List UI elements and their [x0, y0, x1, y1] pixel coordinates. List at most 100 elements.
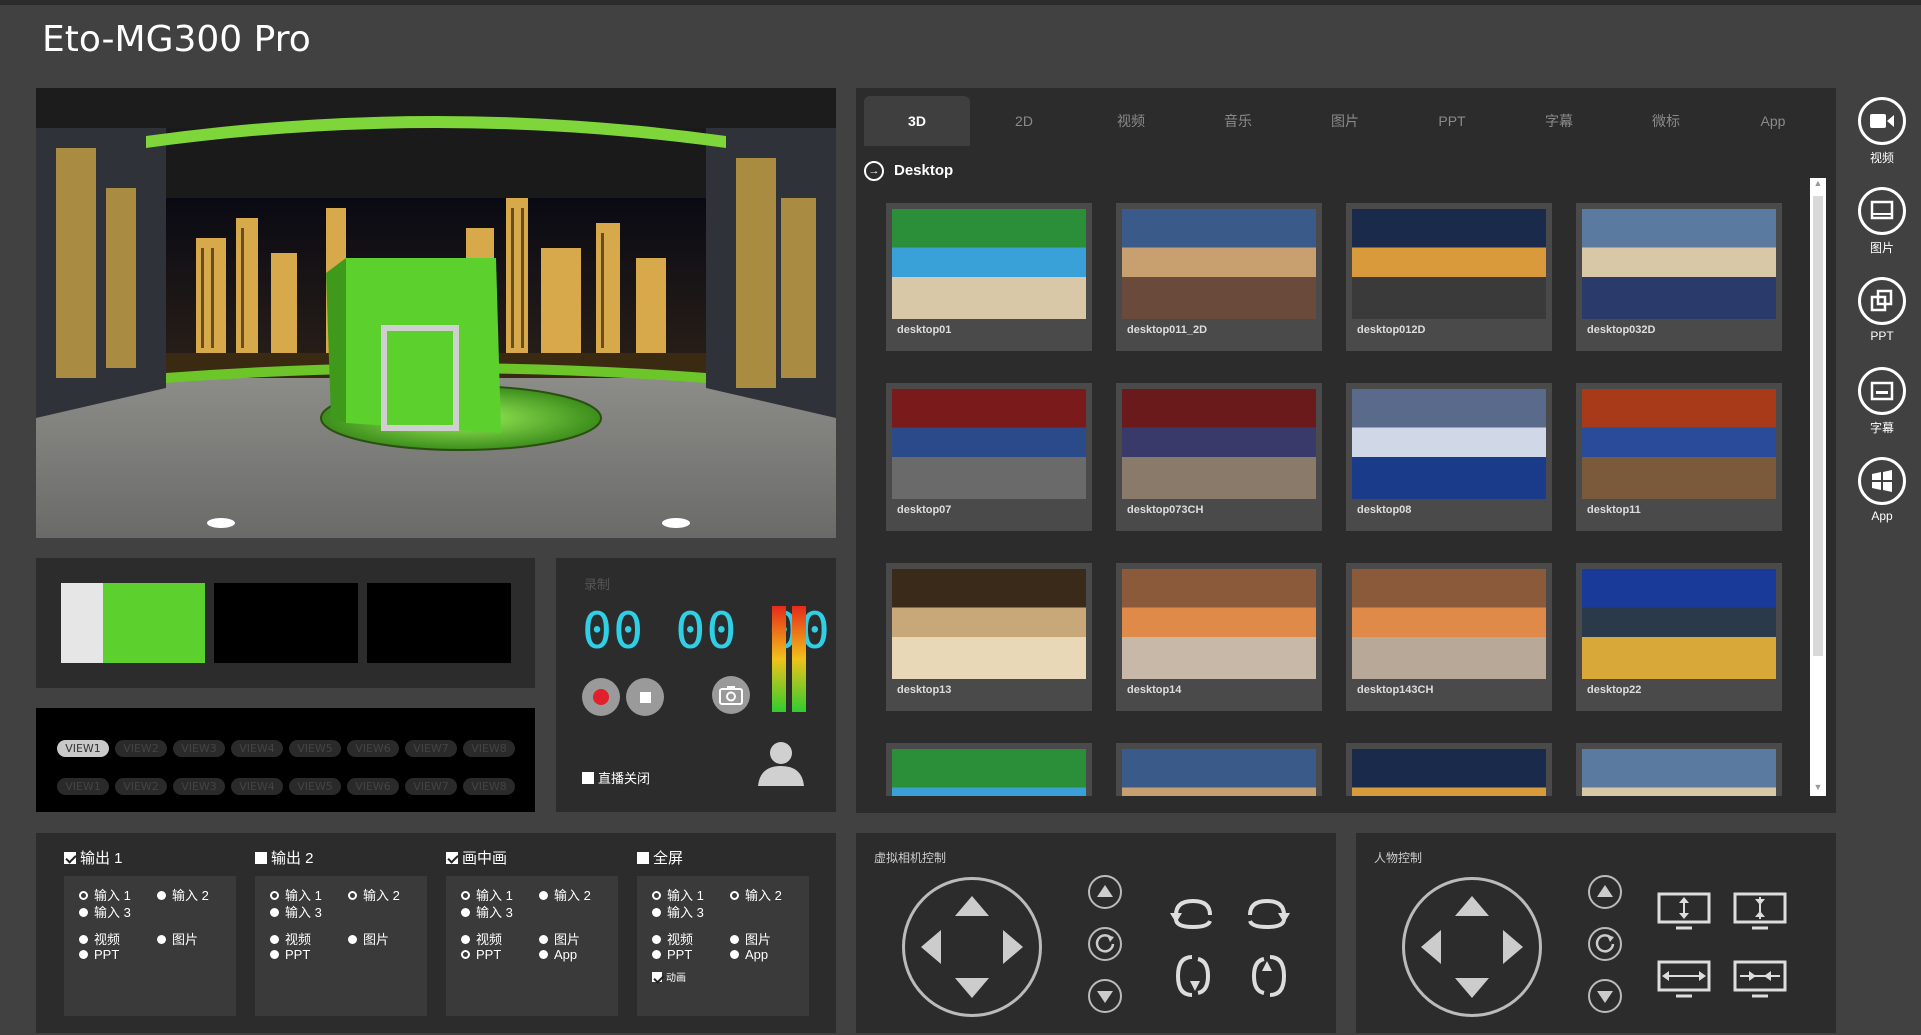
rotate-right-icon[interactable]: [1242, 893, 1292, 933]
camera-zoom-out-button[interactable]: [1088, 979, 1122, 1013]
option-in2[interactable]: 输入 2: [157, 885, 209, 904]
option-image[interactable]: 图片: [539, 929, 580, 948]
option-anim[interactable]: 动画: [652, 969, 686, 984]
view-button-2[interactable]: VIEW2: [115, 740, 167, 757]
view-button-8[interactable]: VIEW8: [463, 778, 515, 795]
tab-8[interactable]: App: [1720, 96, 1826, 146]
output-checkbox[interactable]: [255, 852, 267, 864]
option-in3[interactable]: 输入 3: [461, 902, 513, 921]
option-image[interactable]: 图片: [157, 929, 198, 948]
scene-thumbnail[interactable]: desktop01: [886, 203, 1092, 351]
option-in3[interactable]: 输入 3: [652, 902, 704, 921]
view-button-5[interactable]: VIEW5: [289, 740, 341, 757]
output-checkbox[interactable]: [64, 852, 76, 864]
option-ppt[interactable]: PPT: [461, 947, 501, 962]
sidebar-item-3[interactable]: 字幕: [1852, 367, 1912, 436]
input-source-2[interactable]: [214, 583, 358, 663]
scene-thumbnail[interactable]: desktop14: [1116, 563, 1322, 711]
tab-3[interactable]: 音乐: [1185, 96, 1291, 146]
input-source-1[interactable]: [61, 583, 205, 663]
scene-thumbnail[interactable]: [1346, 743, 1552, 796]
scroll-up-icon[interactable]: ▲: [1810, 178, 1826, 192]
option-video[interactable]: 视频: [461, 929, 502, 948]
option-image[interactable]: 图片: [730, 929, 771, 948]
output-header[interactable]: 全屏: [637, 847, 683, 868]
tab-6[interactable]: 字幕: [1506, 96, 1612, 146]
option-ppt[interactable]: PPT: [652, 947, 692, 962]
vertical-scrollbar[interactable]: ▲ ▼: [1810, 178, 1826, 796]
option-app[interactable]: App: [539, 947, 577, 962]
output-checkbox[interactable]: [637, 852, 649, 864]
view-button-7[interactable]: VIEW7: [405, 778, 457, 795]
view-button-5[interactable]: VIEW5: [289, 778, 341, 795]
tab-2[interactable]: 视频: [1078, 96, 1184, 146]
scene-thumbnail[interactable]: desktop11: [1576, 383, 1782, 531]
view-button-3[interactable]: VIEW3: [173, 778, 225, 795]
scene-thumbnail[interactable]: [1116, 743, 1322, 796]
option-app[interactable]: App: [730, 947, 768, 962]
tab-0[interactable]: 3D: [864, 96, 970, 146]
view-button-2[interactable]: VIEW2: [115, 778, 167, 795]
tab-1[interactable]: 2D: [971, 96, 1077, 146]
camera-zoom-in-button[interactable]: [1088, 875, 1122, 909]
anim-checkbox[interactable]: [652, 972, 662, 982]
camera-direction-pad[interactable]: [902, 877, 1042, 1017]
live-toggle[interactable]: 直播关闭: [582, 768, 650, 787]
option-in3[interactable]: 输入 3: [270, 902, 322, 921]
back-arrow-icon[interactable]: →: [864, 161, 884, 181]
option-image[interactable]: 图片: [348, 929, 389, 948]
record-button[interactable]: [582, 678, 620, 716]
option-ppt[interactable]: PPT: [79, 947, 119, 962]
shrink-vertical-icon[interactable]: [1732, 891, 1788, 931]
sidebar-item-2[interactable]: PPT: [1852, 277, 1912, 343]
tab-7[interactable]: 微标: [1613, 96, 1719, 146]
scene-thumbnail[interactable]: [1576, 743, 1782, 796]
sidebar-item-4[interactable]: App: [1852, 457, 1912, 523]
option-video[interactable]: 视频: [652, 929, 693, 948]
rotate-left-icon[interactable]: [1168, 893, 1218, 933]
sidebar-item-0[interactable]: 视频: [1852, 97, 1912, 166]
sidebar-item-1[interactable]: 图片: [1852, 187, 1912, 256]
option-in2[interactable]: 输入 2: [539, 885, 591, 904]
scene-thumbnail[interactable]: desktop22: [1576, 563, 1782, 711]
scene-thumbnail[interactable]: desktop143CH: [1346, 563, 1552, 711]
option-ppt[interactable]: PPT: [270, 947, 310, 962]
tab-4[interactable]: 图片: [1292, 96, 1398, 146]
snapshot-button[interactable]: [712, 676, 750, 714]
output-header[interactable]: 画中画: [446, 847, 507, 868]
stop-button[interactable]: [626, 678, 664, 716]
tab-5[interactable]: PPT: [1399, 96, 1505, 146]
view-button-1[interactable]: VIEW1: [57, 740, 109, 757]
view-button-1[interactable]: VIEW1: [57, 778, 109, 795]
option-in2[interactable]: 输入 2: [730, 885, 782, 904]
scene-thumbnail[interactable]: desktop073CH: [1116, 383, 1322, 531]
output-header[interactable]: 输出 1: [64, 847, 123, 868]
option-in3[interactable]: 输入 3: [79, 902, 131, 921]
scroll-down-icon[interactable]: ▼: [1810, 782, 1826, 796]
view-button-4[interactable]: VIEW4: [231, 740, 283, 757]
scene-thumbnail[interactable]: desktop012D: [1346, 203, 1552, 351]
stretch-horizontal-icon[interactable]: [1656, 959, 1712, 999]
input-source-3[interactable]: [367, 583, 511, 663]
scene-thumbnail[interactable]: desktop011_2D: [1116, 203, 1322, 351]
scene-thumbnail[interactable]: desktop032D: [1576, 203, 1782, 351]
view-button-4[interactable]: VIEW4: [231, 778, 283, 795]
shrink-horizontal-icon[interactable]: [1732, 959, 1788, 999]
scene-thumbnail[interactable]: desktop08: [1346, 383, 1552, 531]
person-direction-pad[interactable]: [1402, 877, 1542, 1017]
output-header[interactable]: 输出 2: [255, 847, 314, 868]
view-button-7[interactable]: VIEW7: [405, 740, 457, 757]
scene-thumbnail[interactable]: [886, 743, 1092, 796]
person-reset-button[interactable]: [1588, 927, 1622, 961]
output-checkbox[interactable]: [446, 852, 458, 864]
scene-thumbnail[interactable]: desktop07: [886, 383, 1092, 531]
view-button-8[interactable]: VIEW8: [463, 740, 515, 757]
tilt-up-icon[interactable]: [1172, 951, 1216, 1001]
scrollbar-thumb[interactable]: [1813, 196, 1823, 656]
live-checkbox[interactable]: [582, 772, 594, 784]
option-in2[interactable]: 输入 2: [348, 885, 400, 904]
stretch-vertical-icon[interactable]: [1656, 891, 1712, 931]
tilt-down-icon[interactable]: [1246, 951, 1290, 1001]
person-scale-up-button[interactable]: [1588, 875, 1622, 909]
option-video[interactable]: 视频: [79, 929, 120, 948]
